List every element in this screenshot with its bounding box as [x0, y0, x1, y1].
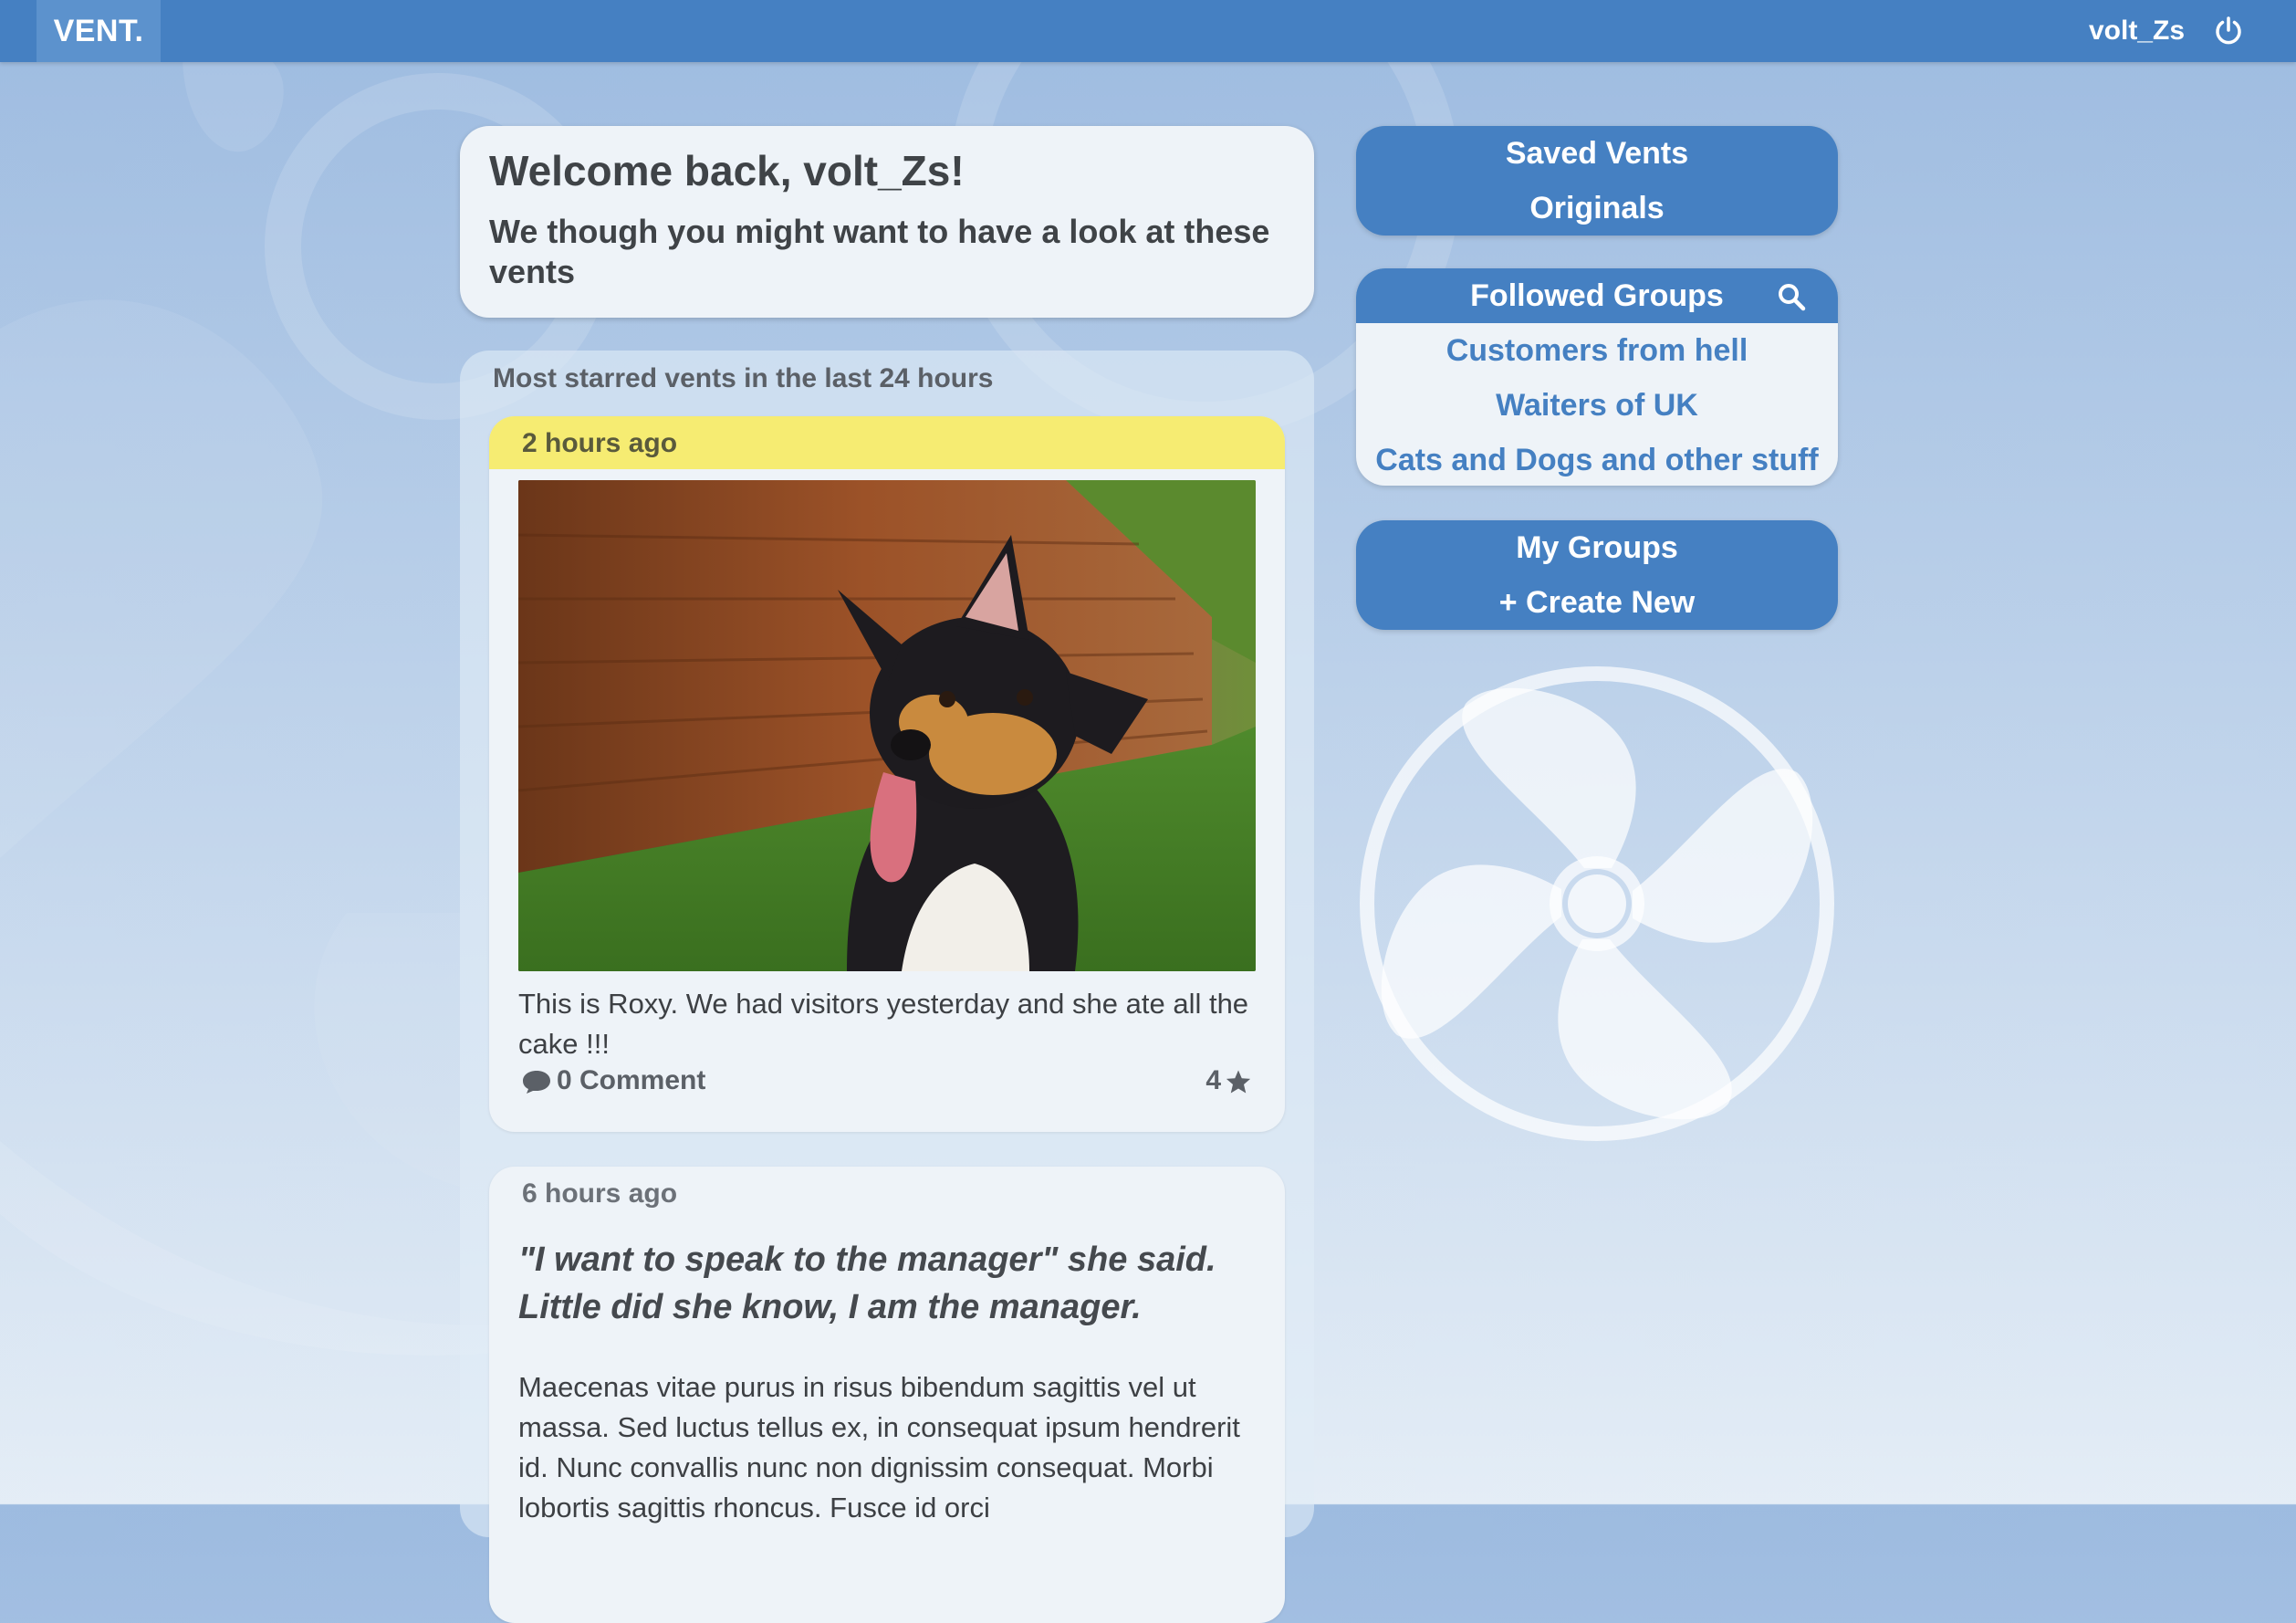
search-icon[interactable] [1776, 281, 1807, 312]
group-link-cats-and-dogs[interactable]: Cats and Dogs and other stuff [1356, 433, 1838, 486]
star-icon [1226, 1070, 1251, 1094]
star-count: 4 [1205, 1065, 1221, 1095]
dog-photo-illustration [518, 480, 1256, 971]
brand-logo[interactable]: VENT. [37, 0, 161, 62]
create-new-group-button[interactable]: + Create New [1356, 575, 1838, 630]
welcome-card: Welcome back, volt_Zs! We though you mig… [460, 126, 1314, 318]
power-icon[interactable] [2212, 15, 2245, 47]
welcome-subtitle: We though you might want to have a look … [489, 213, 1270, 290]
star-button[interactable]: 4 [1205, 1061, 1252, 1101]
saved-vents-link[interactable]: Saved Vents [1356, 126, 1838, 181]
vent-time: 2 hours ago [489, 416, 1285, 469]
comment-count: 0 Comment [557, 1065, 706, 1095]
top-navigation-bar: VENT. volt_Zs [0, 0, 2296, 62]
group-link-waiters-of-uk[interactable]: Waiters of UK [1356, 378, 1838, 433]
originals-link[interactable]: Originals [1356, 181, 1838, 236]
my-groups-panel: My Groups + Create New [1356, 520, 1838, 630]
vent-feed: Most starred vents in the last 24 hours … [460, 351, 1314, 1623]
vent-photo-dog[interactable] [518, 480, 1256, 971]
comment-icon [523, 1071, 550, 1094]
vent-card[interactable]: 2 hours ago This is Roxy. We had visitor… [489, 416, 1285, 1132]
username-link[interactable]: volt_Zs [2053, 0, 2185, 62]
welcome-title: Welcome back, volt_Zs! [489, 147, 965, 194]
fan-logo-icon [1360, 666, 1834, 1141]
comments-link[interactable]: 0 Comment [522, 1061, 705, 1101]
vent-footer: 0 Comment 4 [522, 1061, 1252, 1101]
vent-quote: "I want to speak to the manager" she sai… [518, 1241, 1216, 1326]
vent-card[interactable]: 6 hours ago "I want to speak to the mana… [489, 1167, 1285, 1623]
my-groups-link[interactable]: My Groups [1356, 520, 1838, 575]
vent-text: This is Roxy. We had visitors yesterday … [518, 988, 1249, 1060]
followed-groups-header: Followed Groups [1356, 268, 1838, 323]
group-link-customers-from-hell[interactable]: Customers from hell [1356, 323, 1838, 378]
vent-time: 6 hours ago [522, 1178, 678, 1209]
feed-title: Most starred vents in the last 24 hours [493, 363, 994, 393]
followed-groups-panel: Followed Groups Customers from hell Wait… [1356, 268, 1838, 486]
followed-groups-title[interactable]: Followed Groups [1356, 268, 1838, 323]
saved-originals-panel: Saved Vents Originals [1356, 126, 1838, 236]
